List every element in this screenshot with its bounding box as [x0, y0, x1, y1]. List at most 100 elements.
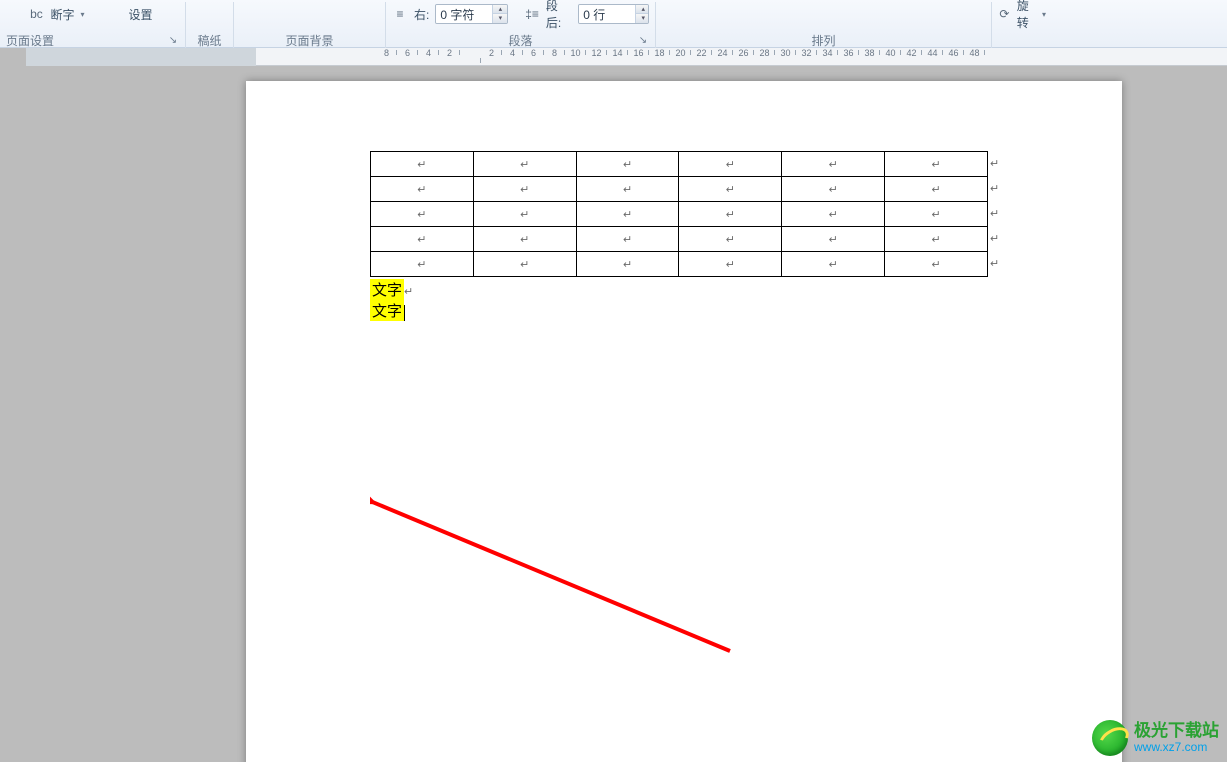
- ribbon-group-label: 段落: [508, 34, 532, 48]
- ruler-tick: 18: [649, 48, 670, 58]
- spinner-up-icon[interactable]: ▴: [636, 5, 649, 14]
- site-logo-icon: [1092, 720, 1128, 756]
- table-cell[interactable]: ↵: [371, 202, 474, 227]
- rotate-button[interactable]: ⟳ 旋转 ▾: [998, 0, 1046, 31]
- table-cell[interactable]: ↵: [679, 252, 782, 277]
- ribbon-group-page-setup: bc 断字 ▾ 设置 页面设置 ↘: [0, 2, 186, 48]
- doc-table[interactable]: ↵↵↵↵↵↵↵↵↵↵↵↵↵↵↵↵↵↵↵↵↵↵↵↵↵↵↵↵↵↵: [370, 151, 988, 277]
- table-cell[interactable]: ↵: [885, 202, 988, 227]
- ruler-tick: 42: [901, 48, 922, 58]
- page-content[interactable]: ↵↵↵↵↵↵↵↵↵↵↵↵↵↵↵↵↵↵↵↵↵↵↵↵↵↵↵↵↵↵ ↵↵↵↵↵ 文字↵…: [370, 151, 988, 321]
- ruler-tick: 30: [775, 48, 796, 58]
- ruler-tick: 2: [481, 48, 502, 58]
- ribbon-group-label: 排列: [662, 34, 985, 48]
- document-page[interactable]: ↵↵↵↵↵↵↵↵↵↵↵↵↵↵↵↵↵↵↵↵↵↵↵↵↵↵↵↵↵↵ ↵↵↵↵↵ 文字↵…: [246, 81, 1122, 762]
- paragraph-mark-icon: ↵: [990, 182, 999, 195]
- ribbon-group-label: 页面背景: [240, 34, 379, 48]
- spinner-up-icon[interactable]: ▴: [493, 5, 507, 14]
- table-row[interactable]: ↵↵↵↵↵↵: [371, 227, 988, 252]
- ruler-tick: 28: [754, 48, 775, 58]
- ruler-tick: 36: [838, 48, 859, 58]
- spacing-after-spinner[interactable]: ▴ ▾: [578, 4, 649, 24]
- table-cell[interactable]: ↵: [679, 227, 782, 252]
- hyphenation-icon: bc: [28, 6, 44, 22]
- table-cell[interactable]: ↵: [576, 202, 679, 227]
- spacing-icon: ‡≡: [524, 6, 539, 22]
- table-cell[interactable]: ↵: [782, 227, 885, 252]
- table-cell[interactable]: ↵: [782, 177, 885, 202]
- table-cell[interactable]: ↵: [473, 227, 576, 252]
- ribbon-group-manuscript: 稿纸: [186, 2, 234, 48]
- watermark-url: www.xz7.com: [1134, 741, 1219, 754]
- highlight-line-2[interactable]: 文字: [370, 300, 988, 321]
- rotate-icon: ⟳: [998, 6, 1011, 22]
- table-cell[interactable]: ↵: [473, 252, 576, 277]
- table-cell[interactable]: ↵: [576, 227, 679, 252]
- table-cell[interactable]: ↵: [679, 202, 782, 227]
- rotate-label: 旋转: [1013, 0, 1040, 31]
- dialog-launcher-icon[interactable]: ↘: [167, 35, 179, 47]
- ruler-tick: 14: [607, 48, 628, 58]
- ribbon: bc 断字 ▾ 设置 页面设置 ↘ 稿纸 页面背景 ≡ 右:: [0, 0, 1227, 48]
- table-cell[interactable]: ↵: [473, 177, 576, 202]
- settings-button[interactable]: 设置: [125, 6, 157, 23]
- ruler-tick: 6: [397, 48, 418, 58]
- spinner-down-icon[interactable]: ▾: [636, 14, 649, 23]
- table-cell[interactable]: ↵: [576, 177, 679, 202]
- ribbon-group-paragraph: ≡ 右: ▴ ▾ ‡≡ 段后: ▴ ▾: [386, 2, 656, 48]
- ribbon-group-rotate: ⟳ 旋转 ▾: [992, 2, 1052, 48]
- table-cell[interactable]: ↵: [473, 152, 576, 177]
- table-cell[interactable]: ↵: [371, 227, 474, 252]
- ribbon-group-arrange: 排列: [656, 2, 992, 48]
- ruler-tick: 24: [712, 48, 733, 58]
- ruler-tick: 2: [439, 48, 460, 58]
- ribbon-group-page-background: 页面背景: [234, 2, 386, 48]
- doc-table-wrap: ↵↵↵↵↵↵↵↵↵↵↵↵↵↵↵↵↵↵↵↵↵↵↵↵↵↵↵↵↵↵ ↵↵↵↵↵: [370, 151, 988, 277]
- table-cell[interactable]: ↵: [576, 152, 679, 177]
- ruler-tick: 32: [796, 48, 817, 58]
- ribbon-group-label: 页面设置: [6, 34, 54, 48]
- highlighted-text[interactable]: 文字: [370, 300, 404, 321]
- watermark-logo: 极光下载站 www.xz7.com: [1092, 720, 1219, 756]
- paragraph-mark-icon: ↵: [990, 257, 999, 270]
- ruler-tick: 12: [586, 48, 607, 58]
- ruler-tick: 4: [502, 48, 523, 58]
- table-cell[interactable]: ↵: [576, 252, 679, 277]
- highlighted-text[interactable]: 文字: [370, 279, 404, 300]
- table-row[interactable]: ↵↵↵↵↵↵: [371, 177, 988, 202]
- spinner-down-icon[interactable]: ▾: [493, 14, 507, 23]
- ruler-tick: 34: [817, 48, 838, 58]
- table-cell[interactable]: ↵: [782, 202, 885, 227]
- paragraph-mark-icon: ↵: [990, 207, 999, 220]
- table-cell[interactable]: ↵: [679, 152, 782, 177]
- ruler-tick: 10: [565, 48, 586, 58]
- indent-right-spinner[interactable]: ▴ ▾: [435, 4, 508, 24]
- horizontal-ruler[interactable]: 8642246810121416182022242628303234363840…: [26, 48, 1227, 66]
- table-row[interactable]: ↵↵↵↵↵↵: [371, 152, 988, 177]
- ruler-tick: 8: [376, 48, 397, 58]
- paragraph-mark-icon: ↵: [404, 285, 413, 298]
- table-cell[interactable]: ↵: [473, 202, 576, 227]
- ruler-tick: 8: [544, 48, 565, 58]
- paragraph-mark-icon: ↵: [990, 157, 999, 170]
- table-cell[interactable]: ↵: [371, 152, 474, 177]
- table-cell[interactable]: ↵: [371, 252, 474, 277]
- table-cell[interactable]: ↵: [885, 252, 988, 277]
- table-row[interactable]: ↵↵↵↵↵↵: [371, 202, 988, 227]
- table-cell[interactable]: ↵: [885, 152, 988, 177]
- ribbon-group-label: 稿纸: [192, 34, 227, 48]
- table-cell[interactable]: ↵: [885, 227, 988, 252]
- dialog-launcher-icon[interactable]: ↘: [637, 35, 649, 47]
- table-cell[interactable]: ↵: [371, 177, 474, 202]
- table-cell[interactable]: ↵: [679, 177, 782, 202]
- ruler-tick: 46: [943, 48, 964, 58]
- spacing-after-input[interactable]: [579, 5, 635, 23]
- table-row[interactable]: ↵↵↵↵↵↵: [371, 252, 988, 277]
- table-cell[interactable]: ↵: [885, 177, 988, 202]
- table-cell[interactable]: ↵: [782, 152, 885, 177]
- highlight-line-1[interactable]: 文字↵: [370, 279, 988, 300]
- indent-icon: ≡: [392, 6, 408, 22]
- table-cell[interactable]: ↵: [782, 252, 885, 277]
- hyphenation-button[interactable]: bc 断字 ▾: [28, 6, 84, 23]
- indent-right-input[interactable]: [436, 5, 492, 23]
